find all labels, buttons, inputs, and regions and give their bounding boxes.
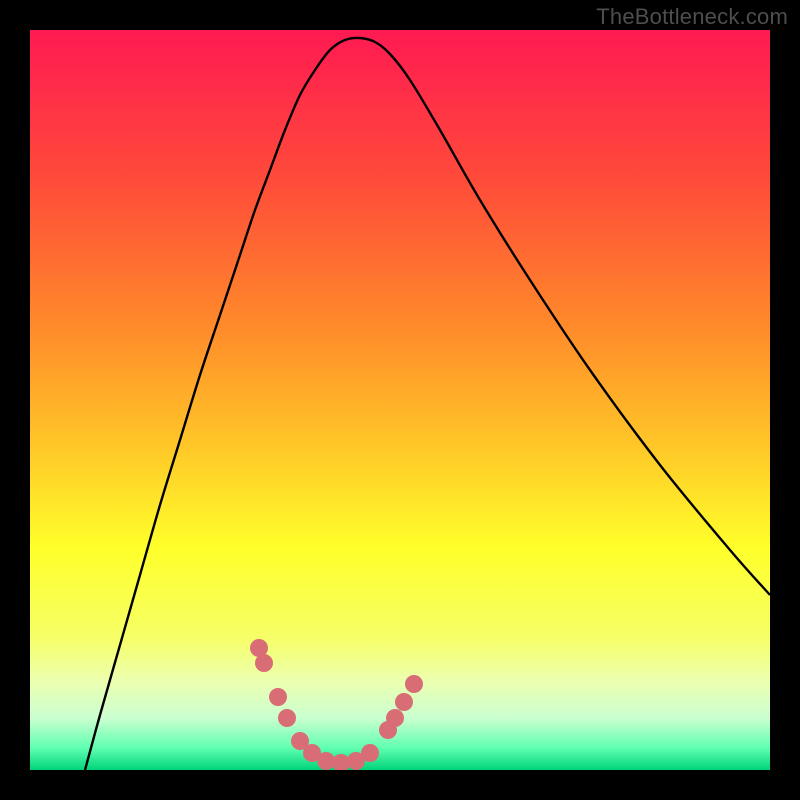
bottleneck-curve bbox=[85, 38, 770, 770]
plot-area bbox=[30, 30, 770, 770]
highlight-dot bbox=[361, 744, 379, 762]
highlight-dot bbox=[386, 709, 404, 727]
highlight-dots bbox=[250, 639, 423, 770]
highlight-dot bbox=[255, 654, 273, 672]
highlight-dot bbox=[269, 688, 287, 706]
chart-svg bbox=[30, 30, 770, 770]
outer-frame: TheBottleneck.com bbox=[0, 0, 800, 800]
highlight-dot bbox=[405, 675, 423, 693]
highlight-dot bbox=[278, 709, 296, 727]
bottleneck-curve-path bbox=[85, 38, 770, 770]
highlight-dot bbox=[395, 693, 413, 711]
brand-watermark: TheBottleneck.com bbox=[596, 4, 788, 30]
